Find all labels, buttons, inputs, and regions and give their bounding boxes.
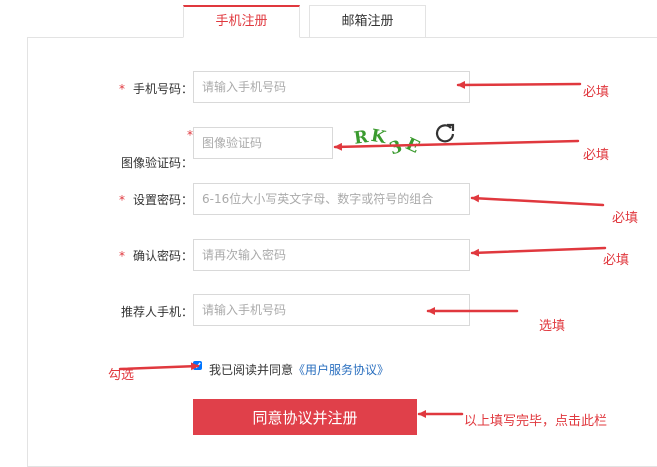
referrer-phone-input[interactable] [193,294,470,326]
tab-phone-register[interactable]: 手机注册 [183,5,300,38]
captcha-char: K [369,125,388,149]
agree-text: 我已阅读并同意《用户服务协议》 [209,363,390,377]
agree-register-button[interactable]: 同意协议并注册 [193,399,417,435]
phone-input[interactable] [193,71,470,103]
required-mark: * [119,82,125,96]
password-label: * 设置密码： [119,193,194,207]
annotation-note: 以上填写完毕，点击此栏 [464,414,608,429]
required-mark: * [119,249,125,263]
captcha-input[interactable] [193,127,333,159]
captcha-image[interactable]: R K 3 E [352,124,424,162]
confirm-password-label: * 确认密码： [119,249,194,263]
agree-checkbox[interactable] [193,361,202,370]
phone-label: * 手机号码： [119,82,194,96]
user-agreement-link[interactable]: 《用户服务协议》 [293,363,389,377]
required-mark: * [119,193,125,207]
referrer-label: 推荐人手机： [121,305,194,319]
captcha-char: 3 [386,136,405,160]
captcha-char: R [352,127,370,149]
annotation-note: 必填 [583,85,610,100]
annotation-note: 勾选 [108,368,135,383]
annotation-note: 必填 [603,253,630,268]
captcha-char: E [402,134,423,158]
annotation-note: 必填 [583,148,610,163]
captcha-label: 图像验证码： [121,156,194,170]
annotation-note: 选填 [539,319,566,334]
refresh-icon[interactable] [434,122,456,144]
confirm-password-input[interactable] [193,239,470,271]
tab-email-register[interactable]: 邮箱注册 [309,5,426,38]
annotation-note: 必填 [612,211,639,226]
password-input[interactable] [193,183,470,215]
